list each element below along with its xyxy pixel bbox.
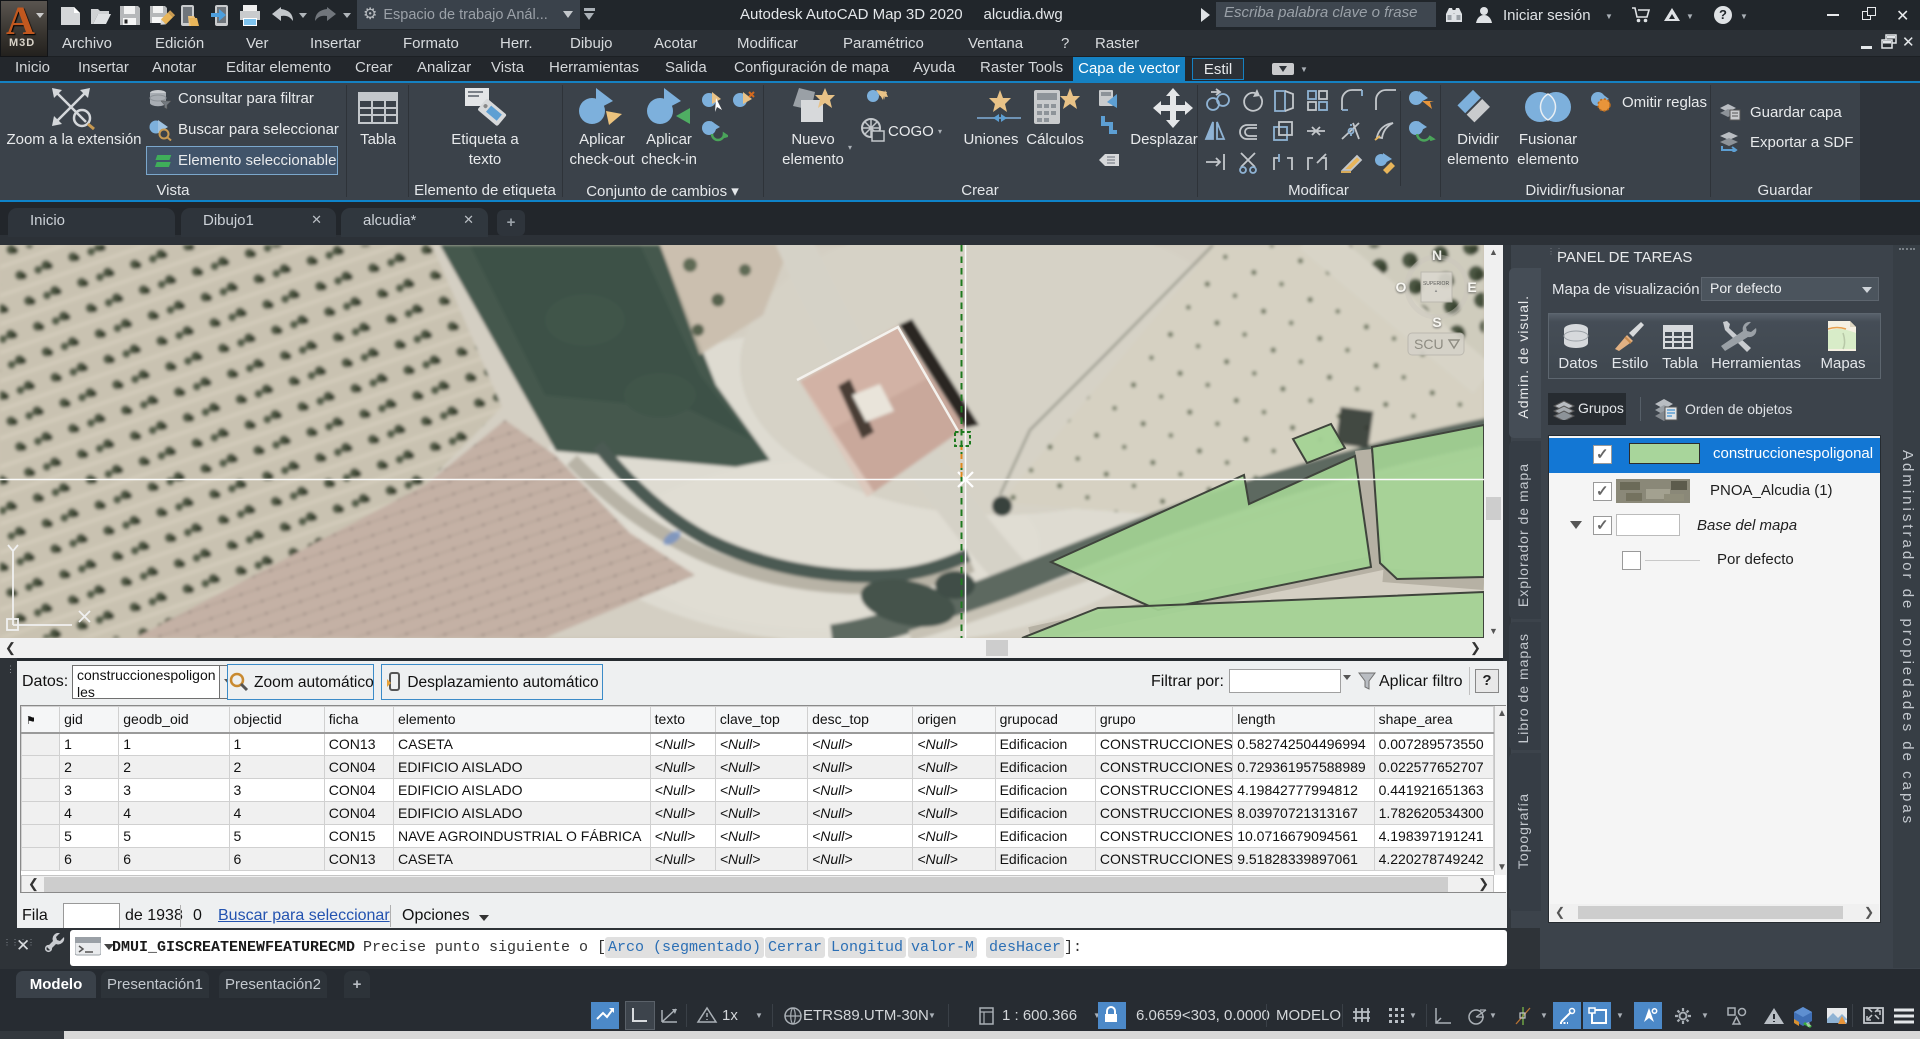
svg-text:E: E [1467,279,1476,295]
svg-text:S: S [1432,314,1441,330]
svg-text:O: O [1396,279,1407,295]
svg-text:N: N [1432,247,1442,263]
svg-text:SCU: SCU [1414,336,1444,352]
svg-text:SUPERIOR: SUPERIOR [1423,281,1450,287]
